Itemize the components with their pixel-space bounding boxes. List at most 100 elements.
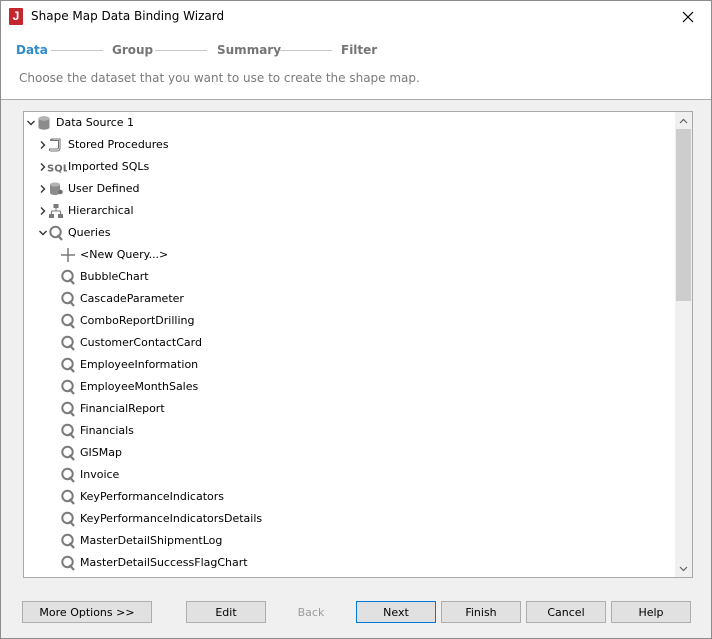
tree-node-query[interactable]: MasterDetailSuccessFlagChart — [24, 552, 674, 574]
tree-node-label: EmployeeMonthSales — [80, 380, 199, 393]
chevron-down-icon[interactable] — [38, 228, 48, 238]
chevron-down-icon[interactable] — [26, 118, 36, 128]
svg-text:SQL: SQL — [47, 164, 67, 175]
tree-node-label: User Defined — [68, 182, 140, 195]
wizard-window: J Shape Map Data Binding Wizard Data Gro… — [0, 0, 712, 639]
tree-node-data-source[interactable]: Data Source 1 — [24, 112, 674, 134]
step-group[interactable]: Group — [112, 43, 153, 57]
tree-node-label: KeyPerformanceIndicators — [80, 490, 224, 503]
app-logo-letter: J — [12, 9, 20, 23]
scroll-thumb[interactable] — [676, 129, 691, 301]
tree-node-label: CascadeParameter — [80, 292, 184, 305]
query-icon — [61, 489, 75, 505]
chevron-down-icon — [679, 566, 688, 571]
edit-button[interactable]: Edit — [186, 601, 266, 623]
tree-node-label: Imported SQLs — [68, 160, 150, 173]
query-icon — [61, 533, 75, 549]
step-summary[interactable]: Summary — [217, 43, 281, 57]
sql-icon: SQL — [47, 164, 67, 175]
finish-button[interactable]: Finish — [441, 601, 521, 623]
dataset-tree: Data Source 1 Stored Procedures SQL Impo… — [24, 112, 674, 577]
query-icon — [61, 555, 75, 571]
tree-node-label: Financials — [80, 424, 134, 437]
chevron-up-icon — [679, 118, 688, 123]
back-button[interactable]: Back — [271, 601, 351, 623]
close-icon — [682, 11, 694, 22]
query-icon — [61, 291, 75, 307]
query-icon — [61, 467, 75, 483]
tree-node-stored-procedures[interactable]: Stored Procedures — [24, 134, 674, 156]
tree-node-imported-sqls[interactable]: SQL Imported SQLs — [24, 156, 674, 178]
cancel-button[interactable]: Cancel — [526, 601, 606, 623]
tree-node-label: <New Query...> — [80, 248, 169, 261]
tree-node-label: MasterDetailSuccessFlagChart — [80, 556, 248, 569]
query-icon — [61, 511, 75, 527]
tree-node-label: EmployeeInformation — [80, 358, 199, 371]
query-icon — [61, 379, 75, 395]
database-icon — [38, 116, 50, 130]
more-options-button[interactable]: More Options >> — [22, 601, 152, 623]
user-database-icon — [50, 182, 63, 195]
tree-node-label: Queries — [68, 226, 111, 239]
tree-node-query[interactable]: BubbleChart — [24, 266, 674, 288]
tree-node-query[interactable]: KeyPerformanceIndicators — [24, 486, 674, 508]
tree-node-label: KeyPerformanceIndicatorsDetails — [80, 512, 263, 525]
query-icon — [61, 269, 75, 285]
chevron-right-icon[interactable] — [38, 184, 48, 194]
tree-node-query[interactable]: EmployeeMonthSales — [24, 376, 674, 398]
scroll-up-button[interactable] — [675, 112, 692, 129]
plus-icon — [61, 248, 75, 262]
tree-node-hierarchical[interactable]: Hierarchical — [24, 200, 674, 222]
query-icon — [61, 357, 75, 373]
tree-node-query[interactable]: Invoice — [24, 464, 674, 486]
step-filter[interactable]: Filter — [341, 43, 377, 57]
chevron-right-icon[interactable] — [38, 206, 48, 216]
scroll-down-button[interactable] — [675, 560, 692, 577]
hierarchy-icon — [49, 204, 63, 218]
tree-node-query[interactable]: EmployeeInformation — [24, 354, 674, 376]
tree-node-query[interactable]: KeyPerformanceIndicatorsDetails — [24, 508, 674, 530]
tree-node-label: Stored Procedures — [68, 138, 169, 151]
query-icon — [61, 335, 75, 351]
step-data[interactable]: Data — [16, 43, 48, 57]
query-icon — [61, 401, 75, 417]
tree-node-query[interactable]: CustomerContactCard — [24, 332, 674, 354]
query-icon — [61, 313, 75, 329]
title-bar: J Shape Map Data Binding Wizard — [1, 1, 711, 32]
tree-node-label: ComboReportDrilling — [80, 314, 195, 327]
help-button[interactable]: Help — [611, 601, 691, 623]
tree-node-query[interactable]: GISMap — [24, 442, 674, 464]
step-divider — [280, 50, 332, 51]
step-description: Choose the dataset that you want to use … — [19, 71, 420, 85]
tree-node-query[interactable]: Financials — [24, 420, 674, 442]
tree-node-query[interactable]: MasterDetailShipmentLog — [24, 530, 674, 552]
app-logo-icon: J — [9, 8, 23, 25]
tree-node-label: MasterDetailShipmentLog — [80, 534, 223, 547]
tree-node-label: GISMap — [80, 446, 122, 459]
query-icon — [49, 225, 63, 241]
window-title: Shape Map Data Binding Wizard — [31, 9, 225, 23]
wizard-header: Data Group Summary Filter Choose the dat… — [1, 32, 711, 100]
vertical-scrollbar[interactable] — [675, 112, 692, 577]
tree-node-label: CustomerContactCard — [80, 336, 202, 349]
close-button[interactable] — [665, 1, 711, 32]
step-indicator: Data Group Summary Filter — [1, 32, 711, 68]
next-button[interactable]: Next — [356, 601, 436, 623]
tree-node-label: FinancialReport — [80, 402, 165, 415]
scroll-icon — [48, 138, 61, 152]
step-divider — [51, 50, 103, 51]
tree-node-label: Data Source 1 — [56, 116, 135, 129]
tree-node-new-query[interactable]: <New Query...> — [24, 244, 674, 266]
tree-node-query[interactable]: FinancialReport — [24, 398, 674, 420]
tree-node-query[interactable]: CascadeParameter — [24, 288, 674, 310]
tree-node-queries[interactable]: Queries — [24, 222, 674, 244]
query-icon — [61, 423, 75, 439]
tree-node-query[interactable]: ComboReportDrilling — [24, 310, 674, 332]
chevron-right-icon[interactable] — [38, 140, 48, 150]
dataset-tree-panel: Data Source 1 Stored Procedures SQL Impo… — [23, 111, 693, 578]
query-icon — [61, 445, 75, 461]
tree-node-label: Invoice — [80, 468, 120, 481]
tree-node-label: BubbleChart — [80, 270, 149, 283]
step-divider — [155, 50, 207, 51]
tree-node-user-defined[interactable]: User Defined — [24, 178, 674, 200]
